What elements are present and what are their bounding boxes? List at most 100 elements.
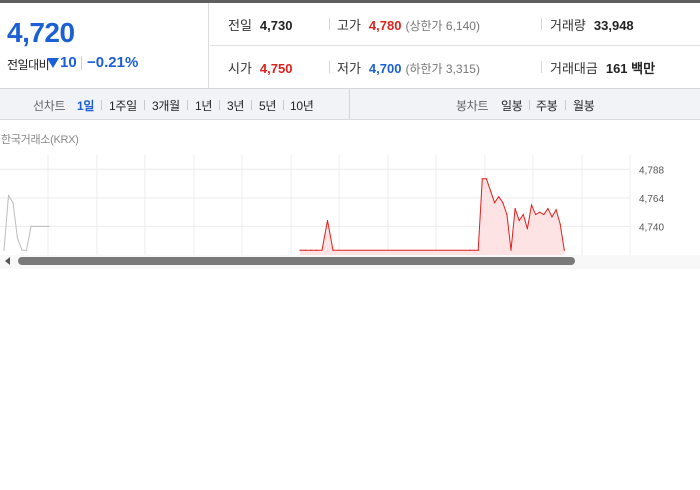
range-1w[interactable]: 1주일 <box>109 97 137 114</box>
data-point <box>326 219 329 222</box>
series-line-premarket <box>3 193 49 251</box>
data-point <box>16 237 19 239</box>
data-point <box>563 249 565 251</box>
open-value: 4,750 <box>259 61 293 76</box>
data-point <box>21 249 23 251</box>
high-value: 4,780 <box>368 18 402 33</box>
data-point <box>321 249 323 251</box>
prev-close-value: 4,730 <box>259 18 293 33</box>
data-point <box>551 216 553 218</box>
trade-amount: 거래대금 161 백만 <box>550 58 655 77</box>
open-price: 시가 4,750 <box>228 58 292 77</box>
divider <box>329 61 330 73</box>
low-value: 4,700 <box>368 61 402 76</box>
volume: 거래량 33,948 <box>550 15 634 34</box>
data-point <box>43 225 46 228</box>
data-point <box>522 213 524 216</box>
data-point <box>3 249 5 251</box>
candle-chart-title: 봉차트 <box>456 99 489 113</box>
data-point <box>481 178 483 180</box>
divider <box>219 100 220 110</box>
data-point <box>555 209 557 211</box>
down-arrow-icon <box>47 58 59 68</box>
price-chart: 4,788 4,764 4,740 한국거래소(KRX) <box>0 121 700 269</box>
data-point <box>539 211 541 213</box>
divider <box>251 100 252 110</box>
range-10y[interactable]: 10년 <box>290 97 314 114</box>
data-point <box>559 223 561 225</box>
high-label: 고가 <box>337 18 361 33</box>
stock-quote-widget: 4,720 전일대비 10 −0.21% 전일 4,730 고가 4,780 (상한가… <box>0 0 700 490</box>
divider <box>529 100 530 110</box>
range-3m[interactable]: 3개월 <box>152 97 180 114</box>
data-point <box>304 249 307 251</box>
data-point <box>489 190 492 192</box>
data-point <box>514 207 516 210</box>
prev-close: 전일 4,730 <box>228 15 292 34</box>
price-chart-svg: 4,788 4,764 4,740 <box>0 155 664 255</box>
amount-value: 161 백만 <box>605 61 656 76</box>
scrollbar-thumb[interactable] <box>18 257 575 265</box>
data-point <box>332 249 334 251</box>
divider <box>187 100 188 110</box>
data-point <box>473 249 475 251</box>
divider <box>541 18 542 30</box>
data-point <box>30 225 32 228</box>
data-point <box>530 204 533 206</box>
divider <box>541 61 542 73</box>
change-value: 10 <box>60 54 77 71</box>
divider <box>565 100 566 110</box>
amount-label: 거래대금 <box>550 61 598 76</box>
y-tick-label: 4,788 <box>639 165 664 176</box>
data-point <box>547 207 549 210</box>
range-1y[interactable]: 1년 <box>195 97 212 114</box>
data-point <box>25 249 28 251</box>
range-1d[interactable]: 1일 <box>77 97 94 114</box>
exchange-label: 한국거래소(KRX) <box>1 134 79 146</box>
data-point <box>315 249 318 251</box>
volume-label: 거래량 <box>550 18 586 33</box>
quote-summary: 4,720 전일대비 10 −0.21% 전일 4,730 고가 4,780 (상한가… <box>0 3 700 89</box>
prev-close-label: 전일 <box>228 18 252 33</box>
data-point <box>48 225 50 228</box>
scroll-left-arrow-icon[interactable] <box>5 257 10 265</box>
candle-weekly[interactable]: 주봉 <box>536 97 558 114</box>
candle-monthly[interactable]: 월봉 <box>573 97 595 114</box>
y-tick-label: 4,764 <box>639 194 664 205</box>
data-point <box>7 194 10 197</box>
data-point <box>469 249 471 251</box>
data-point <box>485 178 487 180</box>
series-area-fill <box>300 178 565 255</box>
data-point <box>310 249 312 251</box>
candle-daily[interactable]: 일봉 <box>501 97 523 114</box>
current-price: 4,720 <box>7 17 75 48</box>
divider <box>349 89 350 119</box>
data-point <box>498 196 500 198</box>
data-point <box>543 213 545 216</box>
data-point <box>477 249 479 251</box>
data-point <box>526 228 529 230</box>
data-point <box>510 249 512 251</box>
data-point <box>39 225 41 228</box>
upper-limit: (상한가 6,140) <box>405 19 480 33</box>
data-point <box>12 202 14 204</box>
data-point <box>34 225 37 228</box>
range-5y[interactable]: 5년 <box>259 97 276 114</box>
chart-range-bar: 선차트 1일 1주일 3개월 1년 3년 5년 10년 봉차트 일봉 주봉 월봉 <box>0 89 700 120</box>
change-percent: −0.21% <box>87 54 139 71</box>
low-price: 저가 4,700 (하한가 3,315) <box>337 58 480 77</box>
divider <box>329 18 330 30</box>
divider <box>144 100 145 110</box>
high-price: 고가 4,780 (상한가 6,140) <box>337 15 480 34</box>
open-label: 시가 <box>228 61 252 76</box>
data-point <box>506 213 508 216</box>
change-label: 전일대비 <box>7 58 50 72</box>
data-point <box>518 219 520 222</box>
line-chart-title: 선차트 <box>33 99 66 113</box>
low-label: 저가 <box>337 61 361 76</box>
volume-value: 33,948 <box>593 18 634 33</box>
divider <box>81 56 82 70</box>
range-3y[interactable]: 3년 <box>227 97 244 114</box>
data-point <box>535 213 537 216</box>
lower-limit: (하한가 3,315) <box>405 62 480 76</box>
